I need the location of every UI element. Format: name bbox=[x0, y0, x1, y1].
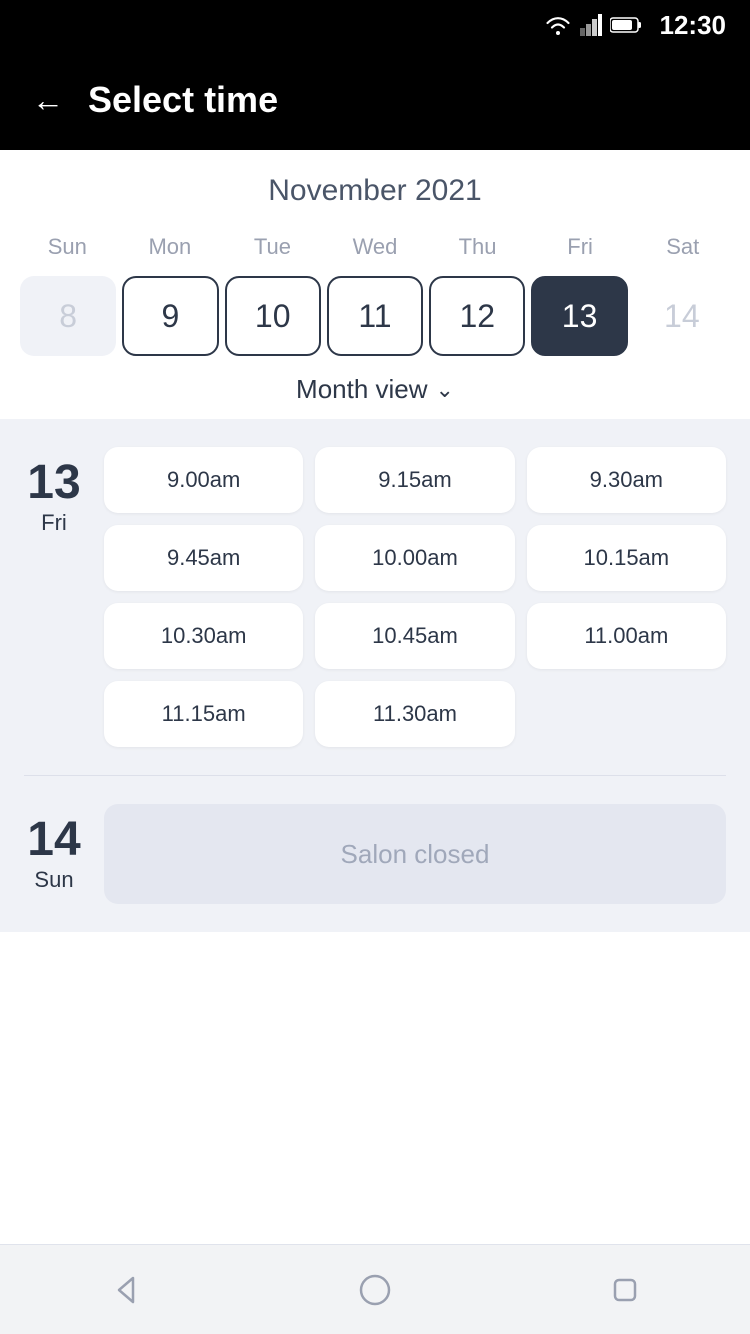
day-14-name: Sun bbox=[34, 867, 73, 893]
day-13-label: 13 Fri bbox=[24, 447, 84, 536]
chevron-down-icon: ⌄ bbox=[436, 377, 454, 403]
date-10[interactable]: 10 bbox=[225, 276, 321, 356]
back-arrow-icon: ← bbox=[32, 82, 64, 118]
header: ← Select time bbox=[0, 50, 750, 150]
wifi-icon bbox=[544, 15, 572, 35]
nav-back-button[interactable] bbox=[105, 1270, 145, 1310]
slot-915am[interactable]: 9.15am bbox=[315, 447, 514, 513]
weekday-fri: Fri bbox=[529, 228, 632, 266]
day-13-name: Fri bbox=[41, 510, 67, 536]
weekday-sat: Sat bbox=[631, 228, 734, 266]
slot-1045am[interactable]: 10.45am bbox=[315, 603, 514, 669]
slot-1030am[interactable]: 10.30am bbox=[104, 603, 303, 669]
slot-945am[interactable]: 9.45am bbox=[104, 525, 303, 591]
signal-icon bbox=[580, 14, 602, 36]
month-view-label: Month view bbox=[296, 374, 428, 405]
date-11[interactable]: 11 bbox=[327, 276, 423, 356]
slot-1100am[interactable]: 11.00am bbox=[527, 603, 726, 669]
weekday-sun: Sun bbox=[16, 228, 119, 266]
slot-1015am[interactable]: 10.15am bbox=[527, 525, 726, 591]
weekday-row: Sun Mon Tue Wed Thu Fri Sat bbox=[16, 228, 734, 266]
date-14[interactable]: 14 bbox=[634, 276, 730, 356]
weekday-tue: Tue bbox=[221, 228, 324, 266]
status-icons bbox=[544, 14, 642, 36]
weekday-mon: Mon bbox=[119, 228, 222, 266]
day-13-block: 13 Fri 9.00am 9.15am 9.30am 9.45am 10.00… bbox=[24, 447, 726, 747]
slot-900am[interactable]: 9.00am bbox=[104, 447, 303, 513]
slot-1115am[interactable]: 11.15am bbox=[104, 681, 303, 747]
month-view-toggle[interactable]: Month view ⌄ bbox=[16, 356, 734, 419]
slots-grid-13: 9.00am 9.15am 9.30am 9.45am 10.00am 10.1… bbox=[104, 447, 726, 747]
slot-1130am[interactable]: 11.30am bbox=[315, 681, 514, 747]
day-14-block: 14 Sun Salon closed bbox=[24, 804, 726, 904]
slot-1000am[interactable]: 10.00am bbox=[315, 525, 514, 591]
date-8[interactable]: 8 bbox=[20, 276, 116, 356]
nav-home-button[interactable] bbox=[355, 1270, 395, 1310]
status-bar: 12:30 bbox=[0, 0, 750, 50]
slot-930am[interactable]: 9.30am bbox=[527, 447, 726, 513]
salon-closed-banner: Salon closed bbox=[104, 804, 726, 904]
month-label: November 2021 bbox=[16, 174, 734, 208]
day-14-number: 14 bbox=[27, 814, 80, 867]
salon-closed-label: Salon closed bbox=[341, 839, 490, 870]
timeslots-section: 13 Fri 9.00am 9.15am 9.30am 9.45am 10.00… bbox=[0, 419, 750, 932]
status-time: 12:30 bbox=[660, 10, 727, 41]
page-title: Select time bbox=[88, 79, 278, 121]
day-13-number: 13 bbox=[27, 457, 80, 510]
date-9[interactable]: 9 bbox=[122, 276, 218, 356]
battery-icon bbox=[610, 16, 642, 34]
day-divider bbox=[24, 775, 726, 776]
back-button[interactable]: ← bbox=[32, 84, 64, 116]
weekday-thu: Thu bbox=[426, 228, 529, 266]
bottom-nav bbox=[0, 1244, 750, 1334]
nav-recents-button[interactable] bbox=[605, 1270, 645, 1310]
date-row: 8 9 10 11 12 13 14 bbox=[16, 276, 734, 356]
day-14-label: 14 Sun bbox=[24, 804, 84, 893]
calendar-section: November 2021 Sun Mon Tue Wed Thu Fri Sa… bbox=[0, 150, 750, 419]
date-12[interactable]: 12 bbox=[429, 276, 525, 356]
weekday-wed: Wed bbox=[324, 228, 427, 266]
date-13[interactable]: 13 bbox=[531, 276, 627, 356]
